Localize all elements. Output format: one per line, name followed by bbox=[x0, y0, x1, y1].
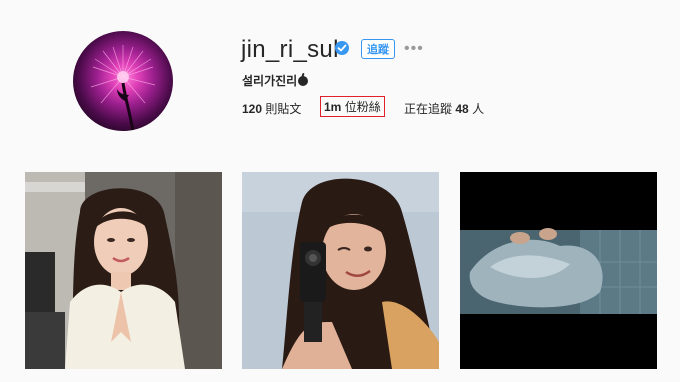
following-count[interactable]: 正在追蹤 48 人 bbox=[404, 100, 484, 117]
profile-username: jin_ri_sul bbox=[241, 36, 339, 63]
full-name-text: 설리가진리 bbox=[242, 74, 298, 88]
post-thumbnail[interactable] bbox=[242, 172, 439, 369]
posts-count-label: 則貼文 bbox=[265, 102, 302, 116]
verified-badge-icon bbox=[335, 41, 349, 55]
followers-count[interactable]: 1m 位粉絲 bbox=[320, 96, 385, 117]
following-count-unit: 人 bbox=[472, 102, 485, 116]
peach-icon bbox=[298, 72, 309, 86]
profile-full-name: 설리가진리 bbox=[242, 72, 309, 89]
photo-portrait-woman bbox=[25, 172, 222, 369]
follow-button[interactable]: 追蹤 bbox=[361, 39, 395, 59]
followers-count-label: 位粉絲 bbox=[344, 100, 381, 114]
photo-woman-with-camera bbox=[242, 172, 439, 369]
more-options-icon[interactable]: ••• bbox=[404, 40, 424, 58]
post-thumbnail[interactable] bbox=[25, 172, 222, 369]
posts-count: 120 則貼文 bbox=[242, 100, 301, 117]
following-count-value: 48 bbox=[455, 102, 469, 116]
followers-count-value: 1m bbox=[324, 100, 342, 114]
posts-count-value: 120 bbox=[242, 102, 263, 116]
photo-dark-video-frame bbox=[460, 172, 657, 369]
post-thumbnail[interactable] bbox=[460, 172, 657, 369]
profile-avatar[interactable] bbox=[73, 31, 173, 131]
dandelion-image bbox=[90, 45, 156, 131]
following-count-label: 正在追蹤 bbox=[404, 102, 453, 116]
